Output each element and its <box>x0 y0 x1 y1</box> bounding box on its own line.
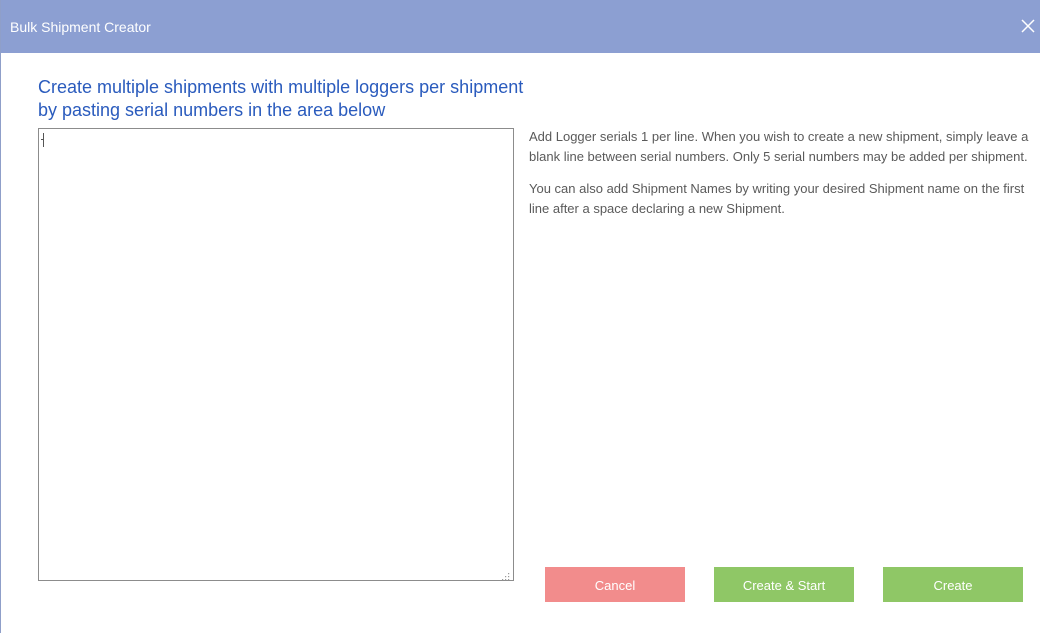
resize-grip-icon[interactable] <box>501 569 511 581</box>
text-caret <box>43 133 44 147</box>
serial-numbers-input[interactable] <box>38 128 514 581</box>
bulk-shipment-dialog: Bulk Shipment Creator Create multiple sh… <box>0 0 1040 633</box>
help-text: Add Logger serials 1 per line. When you … <box>529 127 1035 231</box>
cancel-button[interactable]: Cancel <box>545 567 685 602</box>
create-and-start-button[interactable]: Create & Start <box>714 567 854 602</box>
dialog-titlebar: Bulk Shipment Creator <box>1 0 1040 53</box>
help-paragraph-serials: Add Logger serials 1 per line. When you … <box>529 129 1029 164</box>
close-icon[interactable] <box>1017 14 1039 38</box>
instructions-heading: Create multiple shipments with multiple … <box>38 77 524 120</box>
create-button[interactable]: Create <box>883 567 1023 602</box>
dialog-title: Bulk Shipment Creator <box>10 19 151 35</box>
help-paragraph-names: You can also add Shipment Names by writi… <box>529 181 1025 216</box>
